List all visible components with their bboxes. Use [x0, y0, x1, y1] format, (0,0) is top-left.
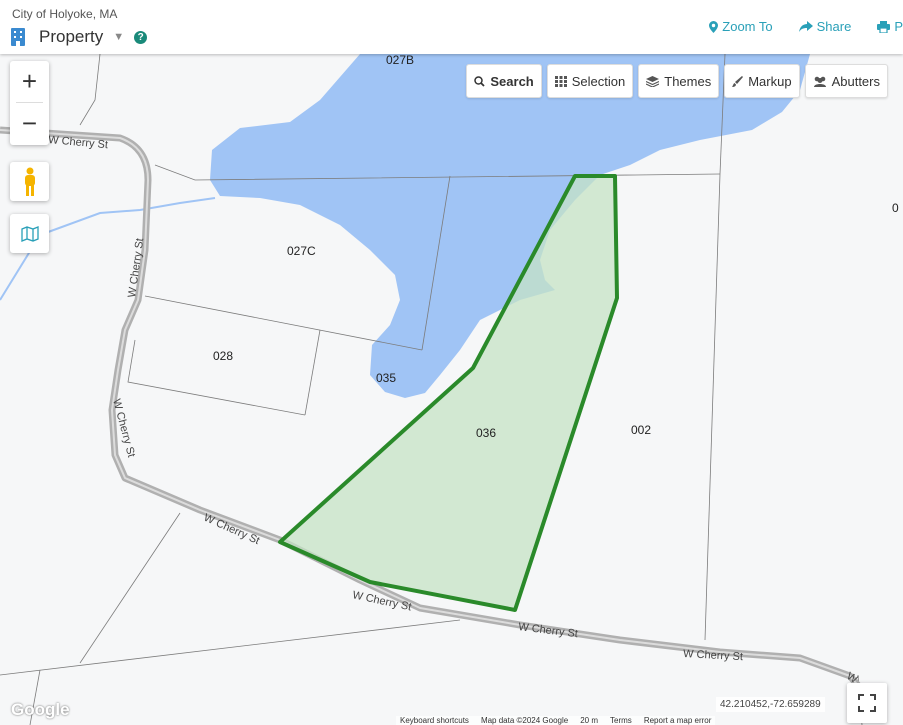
scale-text: 20 m [580, 716, 599, 725]
print-button[interactable]: P [877, 19, 903, 34]
fullscreen-icon [858, 694, 876, 712]
coordinates-readout: 42.210452,-72.659289 [716, 697, 825, 712]
grid-icon [554, 75, 567, 87]
zoom-controls: + − [10, 61, 49, 145]
search-button[interactable]: Search [466, 64, 542, 98]
layer-name[interactable]: Property [39, 27, 103, 47]
selection-button[interactable]: Selection [546, 64, 634, 98]
map-toolbar: Search Selection Themes Markup Abutters [461, 64, 888, 98]
basemap-button[interactable] [10, 214, 49, 253]
city-name: City of Holyoke, MA [12, 7, 118, 21]
abutters-button[interactable]: Abutters [804, 64, 888, 98]
parcel-label-002: 002 [631, 423, 651, 437]
report-error-link[interactable]: Report a map error [644, 716, 712, 725]
map-data-text: Map data ©2024 Google [480, 716, 569, 725]
google-logo[interactable]: Google [11, 700, 70, 720]
parcel-label-edge: 0 [892, 201, 899, 215]
markup-button[interactable]: Markup [724, 64, 800, 98]
selection-label: Selection [571, 73, 626, 89]
zoom-to-label: Zoom To [722, 19, 773, 34]
parcel-label-028: 028 [213, 349, 233, 363]
parcel-label-027b: 027B [386, 54, 414, 67]
search-icon [474, 75, 486, 87]
map-canvas[interactable]: 027B 027C 028 035 036 002 0 W Cherry St … [0, 54, 903, 725]
caret-down-icon[interactable]: ▼ [113, 31, 124, 43]
zoom-to-button[interactable]: Zoom To [709, 19, 773, 34]
share-label: Share [816, 19, 852, 34]
keyboard-shortcuts-link[interactable]: Keyboard shortcuts [400, 716, 469, 725]
fullscreen-button[interactable] [847, 683, 887, 723]
parcel-label-027c: 027C [287, 244, 316, 258]
terms-link[interactable]: Terms [610, 716, 632, 725]
themes-button[interactable]: Themes [638, 64, 720, 98]
parcel-label-035: 035 [376, 371, 396, 385]
search-label: Search [490, 73, 534, 89]
map-marker-icon [709, 20, 719, 33]
layers-icon [646, 75, 660, 87]
print-icon [877, 20, 891, 33]
parcel-label-036: 036 [476, 426, 496, 440]
app-header: City of Holyoke, MA Property ▼ ? Zoom To… [0, 0, 903, 54]
users-icon [813, 76, 826, 87]
map-attribution: Keyboard shortcuts Map data ©2024 Google… [396, 716, 716, 725]
zoom-in-button[interactable]: + [10, 61, 49, 102]
share-button[interactable]: Share [798, 19, 852, 34]
print-label: P [894, 19, 903, 34]
street-view-button[interactable] [10, 162, 49, 201]
brush-icon [732, 75, 744, 87]
layer-selector[interactable]: Property ▼ ? [11, 27, 148, 47]
share-icon [798, 20, 813, 32]
building-icon [11, 28, 25, 46]
help-icon[interactable]: ? [134, 30, 148, 44]
pegman-icon [24, 167, 35, 196]
map-icon [20, 225, 39, 242]
markup-label: Markup [748, 73, 792, 89]
abutters-label: Abutters [831, 73, 880, 89]
themes-label: Themes [664, 73, 712, 89]
zoom-out-button[interactable]: − [10, 103, 49, 144]
